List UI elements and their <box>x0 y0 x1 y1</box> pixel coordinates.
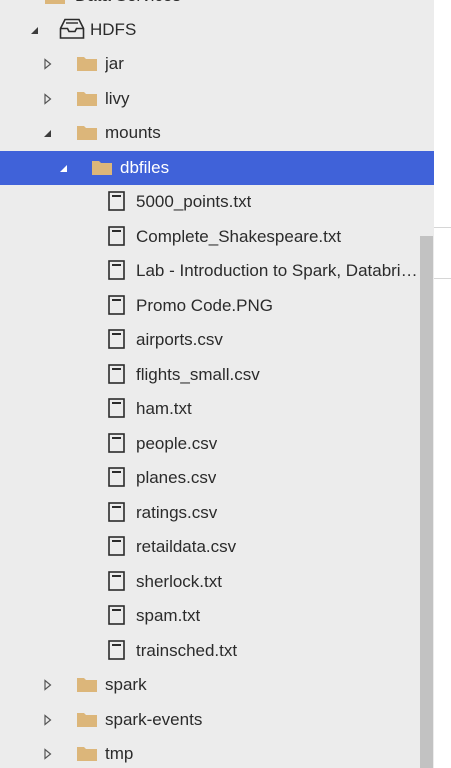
panel-divider <box>434 227 451 228</box>
tree-node-livy[interactable]: livy <box>0 82 434 116</box>
file-icon <box>108 191 125 211</box>
tree-node-label: HDFS <box>90 20 137 39</box>
tree-node-spark-events[interactable]: spark-events <box>0 703 434 737</box>
tree-file-label: planes.csv <box>136 468 217 487</box>
tree-file-item[interactable]: people.csv <box>0 427 434 461</box>
file-icon <box>108 605 125 625</box>
chevron-collapsed-icon[interactable] <box>41 714 53 726</box>
tree-file-item[interactable]: 5000_points.txt <box>0 185 434 219</box>
tree-node-tmp[interactable]: tmp <box>0 737 434 768</box>
tree-node-mounts[interactable]: mounts <box>0 116 434 150</box>
tree-file-item[interactable]: Complete_Shakespeare.txt <box>0 220 434 254</box>
folder-icon <box>77 713 97 727</box>
tree-file-item[interactable]: sherlock.txt <box>0 565 434 599</box>
file-explorer-tree: Data Services HDFS jar livy <box>0 0 434 768</box>
tree-file-label: Complete_Shakespeare.txt <box>136 227 342 246</box>
tree-node-label: spark-events <box>105 710 203 729</box>
tree-node-dbfiles[interactable]: dbfiles <box>0 151 434 185</box>
tree-file-item[interactable]: Promo Code.PNG <box>0 289 434 323</box>
file-icon <box>108 536 125 556</box>
folder-icon <box>92 161 112 175</box>
tree-node-spark[interactable]: spark <box>0 668 434 702</box>
chevron-expanded-icon[interactable] <box>57 162 69 174</box>
tree-file-label: retaildata.csv <box>136 537 237 556</box>
tree-node-data-services[interactable]: Data Services <box>0 0 434 13</box>
tree-file-item[interactable]: ham.txt <box>0 392 434 426</box>
tree-file-item[interactable]: flights_small.csv <box>0 358 434 392</box>
file-icon <box>108 502 125 522</box>
file-icon <box>108 364 125 384</box>
folder-icon <box>77 678 97 692</box>
tree-file-item[interactable]: spam.txt <box>0 599 434 633</box>
tree-file-label: ratings.csv <box>136 503 218 522</box>
chevron-expanded-icon[interactable] <box>41 127 53 139</box>
tree-node-jar[interactable]: jar <box>0 47 434 81</box>
panel-divider <box>434 278 451 279</box>
tree-file-item[interactable]: Lab - Introduction to Spark, Databricks.… <box>0 254 434 288</box>
tree-node-label: jar <box>105 54 124 73</box>
chevron-collapsed-icon[interactable] <box>41 58 53 70</box>
tree-file-label: airports.csv <box>136 330 223 349</box>
file-icon <box>108 640 125 660</box>
folder-icon <box>77 92 97 106</box>
file-icon <box>108 329 125 349</box>
chevron-expanded-icon[interactable] <box>28 24 40 36</box>
folder-icon <box>77 57 97 71</box>
folder-icon <box>77 126 97 140</box>
tree-file-item[interactable]: ratings.csv <box>0 496 434 530</box>
tree-file-label: Promo Code.PNG <box>136 296 273 315</box>
tree-node-label: Data Services <box>75 0 181 13</box>
tree-file-label: trainsched.txt <box>136 641 238 660</box>
tree-file-label: Lab - Introduction to Spark, Databricks.… <box>136 261 426 280</box>
chevron-collapsed-icon[interactable] <box>41 748 53 760</box>
file-icon <box>108 467 125 487</box>
chevron-collapsed-icon[interactable] <box>41 679 53 691</box>
chevron-collapsed-icon[interactable] <box>41 93 53 105</box>
file-icon <box>108 260 125 280</box>
tree-node-label: spark <box>105 675 147 694</box>
tree-file-item[interactable]: airports.csv <box>0 323 434 357</box>
tree-file-item[interactable]: trainsched.txt <box>0 634 434 668</box>
tree-node-label: dbfiles <box>120 158 170 177</box>
tree-file-label: spam.txt <box>136 606 201 625</box>
tree-file-label: sherlock.txt <box>136 572 222 591</box>
tree-file-label: ham.txt <box>136 399 192 418</box>
tree-node-label: mounts <box>105 123 161 142</box>
tree-node-label: tmp <box>105 744 134 763</box>
tree-file-item[interactable]: retaildata.csv <box>0 530 434 564</box>
file-icon <box>108 398 125 418</box>
folder-icon <box>77 747 97 761</box>
tree-file-label: flights_small.csv <box>136 365 260 384</box>
vertical-scrollbar[interactable] <box>420 236 433 768</box>
hdfs-server-icon <box>59 18 85 39</box>
tree-file-label: 5000_points.txt <box>136 192 252 211</box>
tree-node-hdfs[interactable]: HDFS <box>0 13 434 47</box>
tree-file-item[interactable]: planes.csv <box>0 461 434 495</box>
file-icon <box>108 571 125 591</box>
tree-node-label: livy <box>105 89 130 108</box>
file-icon <box>108 433 125 453</box>
file-icon <box>108 226 125 246</box>
tree-file-label: people.csv <box>136 434 218 453</box>
folder-icon <box>45 0 65 4</box>
file-icon <box>108 295 125 315</box>
